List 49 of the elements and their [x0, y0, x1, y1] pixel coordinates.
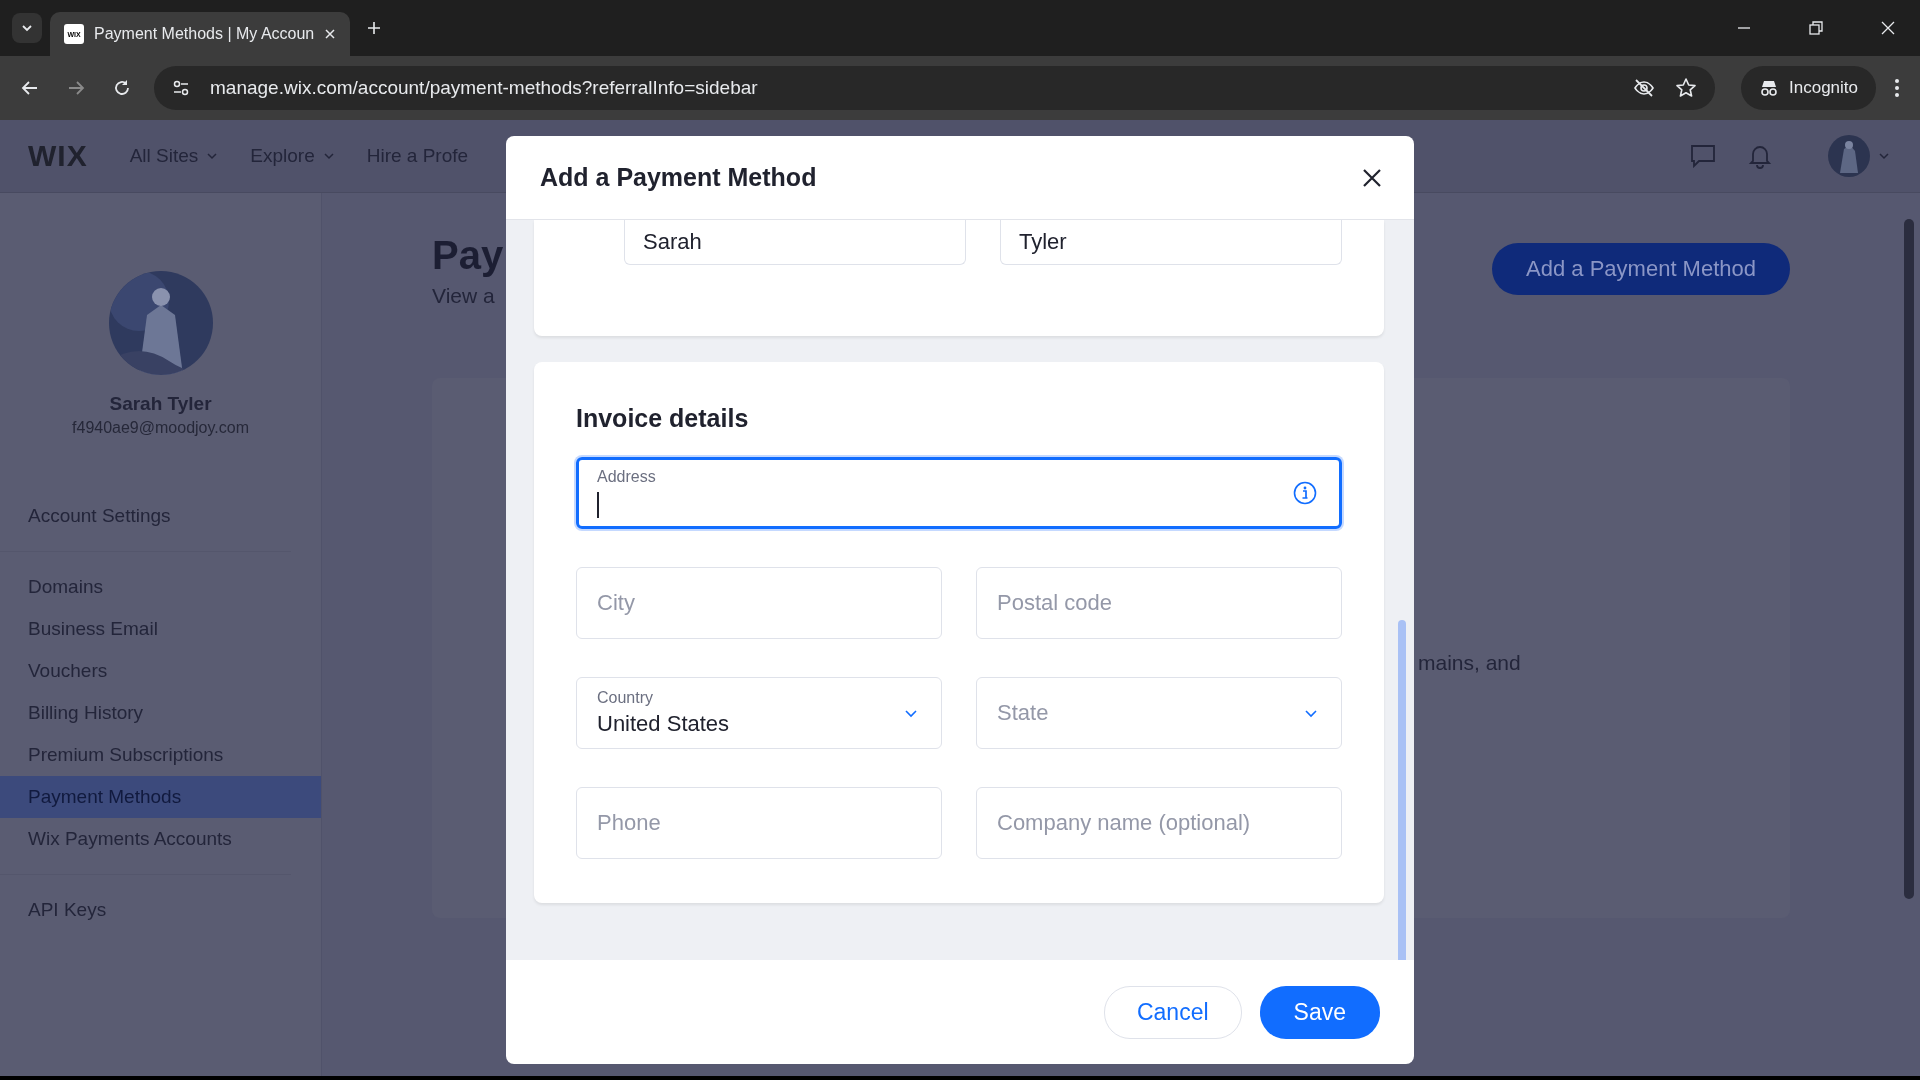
name-field[interactable]: Sarah	[624, 220, 966, 265]
close-icon[interactable]	[1362, 167, 1382, 188]
sidebar-item[interactable]: Wix Payments Accounts	[0, 818, 321, 860]
chevron-down-icon	[206, 150, 219, 162]
incognito-icon	[1759, 79, 1779, 97]
sidebar-item[interactable]: API Keys	[0, 889, 321, 931]
info-icon[interactable]	[1293, 481, 1317, 505]
sidebar-item[interactable]: Account Settings	[0, 495, 321, 537]
sidebar-item[interactable]: Domains	[0, 566, 321, 608]
cancel-button[interactable]: Cancel	[1103, 985, 1242, 1039]
dropdown-field[interactable]: State	[976, 677, 1342, 749]
sidebar-item[interactable]: Payment Methods	[0, 776, 321, 818]
more-menu-icon[interactable]	[1894, 78, 1900, 98]
user-email: f4940ae9@moodjoy.com	[72, 419, 249, 437]
input-field[interactable]: Address	[576, 457, 1342, 529]
input-field[interactable]: Postal code	[976, 567, 1342, 639]
input-field[interactable]: City	[576, 567, 942, 639]
logo[interactable]: WIX	[28, 139, 88, 173]
sidebar-item[interactable]: Vouchers	[0, 650, 321, 692]
dropdown-field[interactable]: Country United States	[576, 677, 942, 749]
sidebar-item[interactable]: Business Email	[0, 608, 321, 650]
name-field[interactable]: Tyler	[1000, 220, 1342, 265]
tab-search-button[interactable]	[12, 13, 42, 43]
user-name: Sarah Tyler	[109, 393, 212, 415]
section-title: Invoice details	[576, 404, 750, 433]
address-bar[interactable]: manage.wix.com/account/payment-methods?referralInfo=sidebar	[154, 66, 1715, 110]
restore-icon[interactable]	[1809, 21, 1823, 35]
input-field[interactable]: Phone	[576, 787, 942, 859]
body-text: mains, and	[1418, 651, 1521, 675]
chevron-down-icon	[322, 150, 335, 162]
close-tab-icon[interactable]	[324, 28, 336, 40]
star-icon[interactable]	[1675, 77, 1697, 99]
scrollbar[interactable]	[1904, 219, 1914, 899]
page-title: Pay	[432, 233, 504, 278]
close-window-icon[interactable]	[1881, 21, 1895, 35]
eye-slash-icon[interactable]	[1633, 77, 1655, 99]
sidebar-item[interactable]: Billing History	[0, 692, 321, 734]
tab-title: Payment Methods | My Accoun	[94, 25, 314, 43]
site-settings-icon[interactable]	[172, 79, 190, 97]
sidebar-item[interactable]: Premium Subscriptions	[0, 734, 321, 776]
dialog-title: Add a Payment Method	[540, 163, 817, 192]
url-text: manage.wix.com/account/payment-methods?referralInfo=sidebar	[210, 77, 759, 99]
reload-icon[interactable]	[112, 78, 132, 98]
add-payment-method-button[interactable]: Add a Payment Method	[1492, 243, 1790, 295]
incognito-button[interactable]: Incognito	[1741, 66, 1876, 110]
input-field[interactable]: Company name (optional)	[976, 787, 1342, 859]
new-tab-icon[interactable]	[366, 20, 382, 36]
save-button[interactable]: Save	[1259, 985, 1380, 1039]
scrollbar[interactable]	[1398, 620, 1406, 960]
